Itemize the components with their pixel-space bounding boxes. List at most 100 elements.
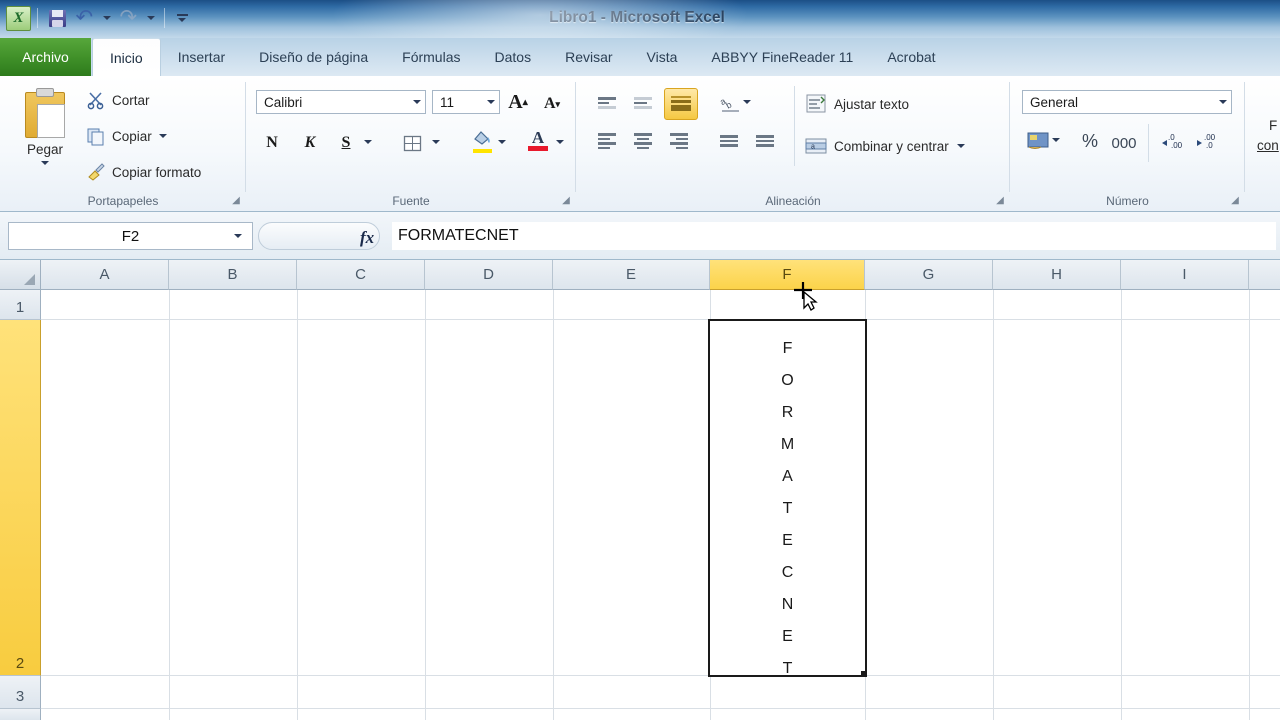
align-top-button[interactable]: [592, 90, 622, 118]
formula-bar-input[interactable]: FORMATECNET: [392, 222, 1276, 250]
decrease-font-size-button[interactable]: A ▾: [538, 91, 566, 117]
column-header-b[interactable]: B: [169, 260, 297, 290]
accounting-format-button[interactable]: [1024, 128, 1052, 154]
tab-diseno-de-pagina[interactable]: Diseño de página: [242, 38, 385, 76]
format-painter-label: Copiar formato: [112, 164, 202, 180]
group-estilos: F con: [1245, 76, 1280, 212]
tab-acrobat[interactable]: Acrobat: [870, 38, 952, 76]
column-header-f[interactable]: F: [710, 260, 865, 290]
percent-style-button[interactable]: %: [1076, 128, 1104, 154]
row-header-3[interactable]: 3: [0, 676, 41, 709]
clipboard-dialog-launcher-icon[interactable]: ◢: [230, 195, 242, 207]
font-size-combobox[interactable]: 11: [432, 90, 500, 114]
align-middle-button[interactable]: [628, 90, 658, 118]
font-name-combobox[interactable]: Calibri: [256, 90, 426, 114]
chevron-down-icon[interactable]: [1219, 100, 1227, 104]
decrease-indent-button[interactable]: [712, 128, 742, 156]
orientation-button[interactable]: a b: [716, 90, 746, 118]
fill-color-dropdown-icon[interactable]: [498, 140, 506, 144]
tab-vista[interactable]: Vista: [630, 38, 695, 76]
alignment-dialog-launcher-icon[interactable]: ◢: [994, 195, 1006, 207]
increase-font-size-button[interactable]: A ▴: [504, 89, 532, 115]
name-box[interactable]: F2: [8, 222, 253, 250]
column-header-h[interactable]: H: [993, 260, 1121, 290]
fill-color-button[interactable]: [468, 128, 496, 154]
cut-button[interactable]: Cortar: [86, 90, 150, 110]
select-all-corner[interactable]: [0, 260, 41, 290]
borders-dropdown-icon[interactable]: [432, 140, 440, 144]
row-header-4-partial[interactable]: [0, 709, 41, 720]
increase-decimal-button[interactable]: .0 .00: [1158, 128, 1186, 154]
format-painter-button[interactable]: Copiar formato: [86, 162, 201, 182]
window-title: Libro1 - Microsoft Excel: [549, 9, 725, 26]
font-color-icon: A: [527, 129, 549, 153]
chevron-down-icon[interactable]: [41, 161, 49, 165]
column-header-i[interactable]: I: [1121, 260, 1249, 290]
comma-style-button[interactable]: 000: [1110, 130, 1138, 156]
decrease-decimal-button[interactable]: .00 .0: [1192, 128, 1220, 154]
chevron-down-icon[interactable]: [413, 100, 421, 104]
align-middle-icon: [634, 97, 652, 111]
number-format-combobox[interactable]: General: [1022, 90, 1232, 114]
active-cell-f2[interactable]: F O R M A T E C N E T: [708, 319, 867, 677]
formula-bar-value: FORMATECNET: [398, 227, 519, 244]
tab-abbyy-finereader[interactable]: ABBYY FineReader 11: [694, 38, 870, 76]
percent-icon: %: [1081, 130, 1098, 151]
underline-button[interactable]: S: [332, 130, 360, 156]
wrap-text-label: Ajustar texto: [834, 96, 910, 112]
shrink-font-icon: A: [543, 95, 556, 112]
font-dialog-launcher-icon[interactable]: ◢: [560, 195, 572, 207]
wrap-text-button[interactable]: Ajustar texto: [804, 92, 909, 116]
column-header-e[interactable]: E: [553, 260, 710, 290]
chevron-down-icon[interactable]: [956, 144, 965, 148]
align-bottom-button[interactable]: [664, 88, 698, 120]
paste-label: Pegar: [26, 142, 64, 157]
paintbrush-icon: [86, 162, 106, 182]
paste-button[interactable]: Pegar: [8, 82, 82, 186]
align-right-button[interactable]: [664, 128, 694, 156]
row-header-1[interactable]: 1: [0, 290, 41, 320]
tab-revisar[interactable]: Revisar: [548, 38, 629, 76]
worksheet-grid[interactable]: A B C D E F G H I 1 2 3 F O R M A T E C …: [0, 260, 1280, 720]
align-center-button[interactable]: [628, 128, 658, 156]
font-color-dropdown-icon[interactable]: [556, 140, 564, 144]
orientation-icon: a b: [720, 96, 739, 112]
align-left-button[interactable]: [592, 128, 622, 156]
copy-button[interactable]: Copiar: [86, 126, 167, 146]
tab-inicio[interactable]: Inicio: [92, 38, 161, 76]
scissors-icon: [86, 90, 106, 110]
merge-center-button[interactable]: a Combinar y centrar: [804, 134, 965, 158]
increase-indent-button[interactable]: [748, 128, 778, 156]
fill-handle[interactable]: [861, 671, 867, 677]
column-header-c[interactable]: C: [297, 260, 425, 290]
accounting-dropdown-icon[interactable]: [1052, 138, 1060, 142]
bold-icon: N: [266, 134, 278, 151]
font-name-value: Calibri: [264, 94, 303, 110]
insert-function-icon[interactable]: fx: [360, 228, 374, 248]
bold-button[interactable]: N: [258, 130, 286, 156]
column-header-j-partial[interactable]: [1249, 260, 1280, 290]
ribbon: Pegar Cortar Copiar Copiar formato Porta…: [0, 76, 1280, 212]
chevron-down-icon[interactable]: [487, 100, 495, 104]
tab-datos[interactable]: Datos: [478, 38, 549, 76]
svg-text:b: b: [724, 99, 733, 110]
chevron-down-icon[interactable]: [234, 234, 242, 238]
cell-letter: A: [782, 468, 793, 485]
italic-button[interactable]: K: [296, 130, 324, 156]
tab-insertar[interactable]: Insertar: [161, 38, 242, 76]
number-dialog-launcher-icon[interactable]: ◢: [1229, 195, 1241, 207]
cell-letter: C: [781, 564, 794, 581]
column-header-a[interactable]: A: [41, 260, 169, 290]
column-header-g[interactable]: G: [865, 260, 993, 290]
tab-formulas[interactable]: Fórmulas: [385, 38, 477, 76]
tab-archivo[interactable]: Archivo: [0, 38, 92, 76]
chevron-down-icon[interactable]: [158, 134, 167, 138]
column-header-d[interactable]: D: [425, 260, 553, 290]
group-numero: General % 000 .0 .00 .00 .0 Número ◢: [1010, 76, 1245, 212]
row-header-2[interactable]: 2: [0, 320, 41, 676]
font-color-button[interactable]: A: [524, 128, 552, 154]
borders-button[interactable]: [398, 130, 426, 156]
underline-dropdown-icon[interactable]: [364, 140, 372, 144]
orientation-dropdown-icon[interactable]: [743, 100, 751, 104]
name-box-value: F2: [121, 227, 140, 245]
